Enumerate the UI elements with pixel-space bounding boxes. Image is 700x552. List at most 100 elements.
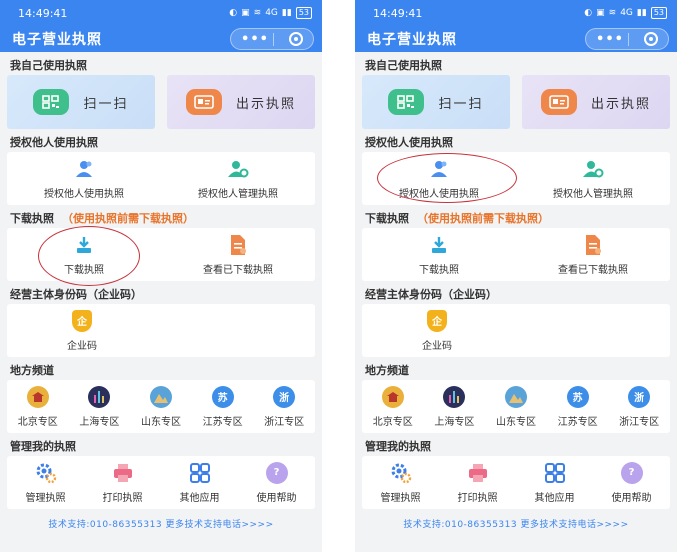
enterprise-code-label: 企业码 [67, 340, 97, 352]
more-icon[interactable]: ••• [241, 33, 269, 46]
signal-icon: ▮▮ [281, 8, 292, 18]
nfc-icon: ◐ [229, 8, 238, 18]
zhejiang-badge-icon: 浙 [628, 385, 651, 408]
battery-icon: 53 [650, 7, 667, 19]
region-jiangsu-label: 江苏专区 [202, 416, 243, 428]
support-footer-link[interactable]: 技术支持:010-86355313 更多技术支持电话>>>> [0, 517, 322, 530]
manage-license-button[interactable]: 管理执照 [7, 462, 84, 504]
close-miniprogram-icon[interactable] [288, 32, 303, 46]
help-button[interactable]: ? 使用帮助 [593, 461, 670, 504]
app-title: 电子营业执照 [12, 32, 102, 48]
download-title: 下载执照 [365, 212, 409, 225]
status-bar: 14:49:41 ◐ ▣ ≋ 4G ▮▮ 53 [355, 0, 677, 26]
user-settings-icon [227, 158, 249, 180]
download-icon [73, 234, 95, 256]
download-license-button[interactable]: 下载执照 [362, 234, 516, 276]
user-group-icon [73, 158, 95, 180]
support-footer-link[interactable]: 技术支持:010-86355313 更多技术支持电话>>>> [355, 517, 677, 530]
download-license-label: 下载执照 [64, 264, 104, 276]
zhejiang-badge-icon: 浙 [273, 385, 296, 408]
region-beijing-label: 北京专区 [372, 416, 413, 428]
scan-button[interactable]: 扫一扫 [362, 75, 510, 129]
apps-grid-icon [544, 462, 566, 484]
gear-icon [35, 462, 57, 484]
nfc-icon: ◐ [584, 8, 593, 18]
enterprise-code-button[interactable]: 企 企业码 [7, 309, 157, 352]
region-jiangsu-button[interactable]: 苏 江苏专区 [192, 385, 254, 428]
manage-license-label: 管理执照 [380, 492, 421, 504]
scan-label: 扫一扫 [83, 96, 129, 112]
region-shanghai-button[interactable]: 上海专区 [424, 385, 486, 428]
other-apps-button[interactable]: 其他应用 [516, 462, 593, 504]
show-license-label: 出示执照 [235, 96, 296, 112]
printer-icon [467, 462, 489, 484]
other-apps-button[interactable]: 其他应用 [161, 462, 238, 504]
region-shanghai-label: 上海专区 [434, 416, 475, 428]
close-miniprogram-icon[interactable] [643, 32, 658, 46]
battery-icon: 53 [295, 7, 312, 19]
auth-card: 授权他人使用执照 授权他人管理执照 [7, 152, 315, 205]
wifi-icon: ≋ [608, 8, 617, 18]
phone-screen-right: 14:49:41 ◐ ▣ ≋ 4G ▮▮ 53 电子营业执照 ••• 我自己使用… [355, 0, 677, 552]
status-time: 14:49:41 [18, 6, 68, 20]
region-zhejiang-button[interactable]: 浙 浙江专区 [253, 385, 315, 428]
section-title-code: 经营主体身份码（企业码） [10, 288, 142, 301]
scan-button[interactable]: 扫一扫 [7, 75, 155, 129]
enterprise-shield-icon: 企 [426, 309, 448, 332]
view-downloaded-label: 查看已下载执照 [558, 264, 628, 276]
help-button[interactable]: ? 使用帮助 [238, 461, 315, 504]
region-shanghai-button[interactable]: 上海专区 [69, 385, 131, 428]
download-note: （使用执照前需下载执照） [417, 212, 549, 225]
authorize-use-button[interactable]: 授权他人使用执照 [7, 158, 161, 200]
manage-card: 管理执照 打印执照 其他应用 ? 使用帮助 [7, 456, 315, 509]
scan-icon [33, 89, 70, 115]
section-title-auth: 授权他人使用执照 [10, 136, 98, 149]
view-downloaded-button[interactable]: 查看已下载执照 [161, 234, 315, 276]
view-downloaded-button[interactable]: 查看已下载执照 [516, 234, 670, 276]
more-icon[interactable]: ••• [596, 33, 624, 46]
shandong-scenery-icon [149, 385, 172, 408]
authorize-use-button[interactable]: 授权他人使用执照 [362, 158, 516, 200]
region-shandong-button[interactable]: 山东专区 [130, 385, 192, 428]
authorize-manage-button[interactable]: 授权他人管理执照 [516, 158, 670, 200]
title-bar: 电子营业执照 ••• [0, 26, 322, 52]
show-license-label: 出示执照 [590, 96, 651, 112]
self-use-row: 扫一扫 出示执照 [0, 75, 322, 129]
code-card: 企 企业码 [7, 304, 315, 357]
signal-icon: ▮▮ [636, 8, 647, 18]
region-beijing-button[interactable]: 北京专区 [7, 385, 69, 428]
region-beijing-button[interactable]: 北京专区 [362, 385, 424, 428]
section-title-manage: 管理我的执照 [10, 440, 76, 453]
shanghai-skyline-icon [443, 385, 466, 408]
section-title-download: 下载执照 （使用执照前需下载执照） [0, 208, 322, 228]
download-license-button[interactable]: 下载执照 [7, 234, 161, 276]
status-icons: ◐ ▣ ≋ 4G ▮▮ 53 [584, 7, 667, 19]
show-license-button[interactable]: 出示执照 [522, 75, 670, 129]
print-license-button[interactable]: 打印执照 [84, 462, 161, 504]
section-title-auth: 授权他人使用执照 [365, 136, 453, 149]
authorize-manage-label: 授权他人管理执照 [198, 188, 278, 200]
enterprise-code-button[interactable]: 企 企业码 [362, 309, 512, 352]
help-icon: ? [265, 461, 288, 484]
auth-card: 授权他人使用执照 授权他人管理执照 [362, 152, 670, 205]
print-license-button[interactable]: 打印执照 [439, 462, 516, 504]
authorize-use-label: 授权他人使用执照 [399, 188, 479, 200]
manage-license-label: 管理执照 [25, 492, 66, 504]
region-zhejiang-button[interactable]: 浙 浙江专区 [608, 385, 670, 428]
authorize-manage-button[interactable]: 授权他人管理执照 [161, 158, 315, 200]
region-shandong-label: 山东专区 [140, 416, 181, 428]
status-bar: 14:49:41 ◐ ▣ ≋ 4G ▮▮ 53 [0, 0, 322, 26]
region-jiangsu-button[interactable]: 苏 江苏专区 [547, 385, 609, 428]
vibrate-icon: ▣ [241, 8, 250, 18]
apps-grid-icon [189, 462, 211, 484]
print-license-label: 打印执照 [457, 492, 498, 504]
print-license-label: 打印执照 [102, 492, 143, 504]
region-card: 北京专区 上海专区 山东专区 苏 江苏专区 浙 浙江专区 [362, 380, 670, 433]
region-card: 北京专区 上海专区 山东专区 苏 江苏专区 浙 浙江专区 [7, 380, 315, 433]
shanghai-skyline-icon [88, 385, 111, 408]
authorize-use-label: 授权他人使用执照 [44, 188, 124, 200]
region-shandong-button[interactable]: 山东专区 [485, 385, 547, 428]
manage-license-button[interactable]: 管理执照 [362, 462, 439, 504]
show-license-button[interactable]: 出示执照 [167, 75, 315, 129]
scan-label: 扫一扫 [438, 96, 484, 112]
